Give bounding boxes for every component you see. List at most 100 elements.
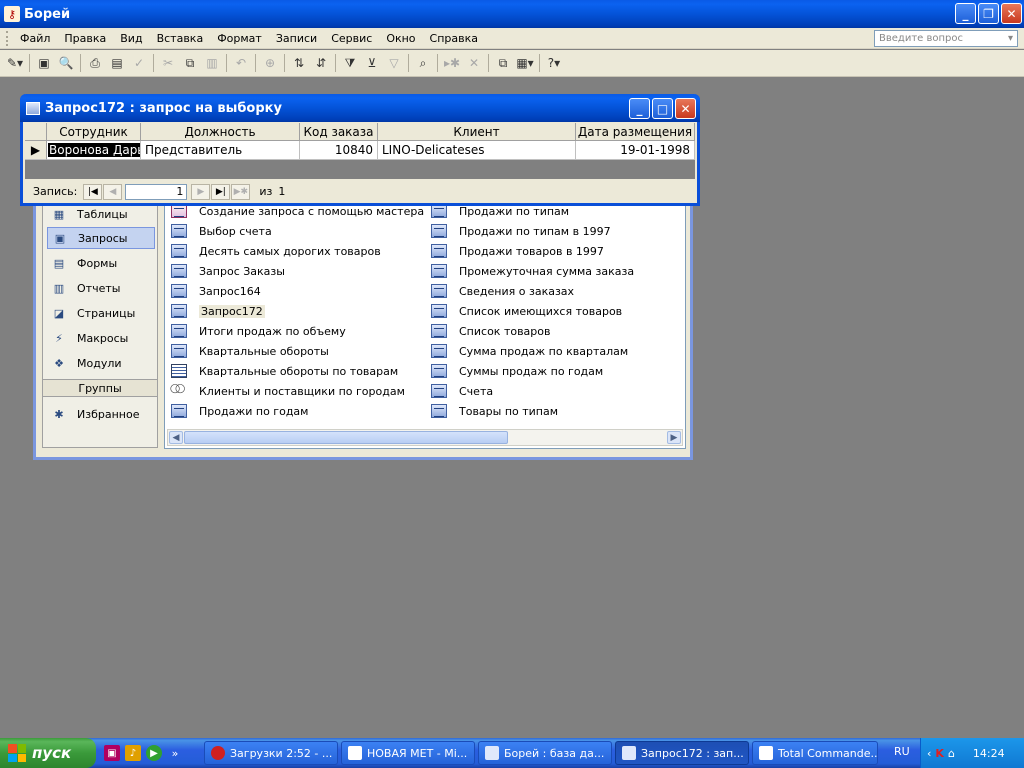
scroll-right-icon[interactable]: ▶ (667, 431, 681, 444)
scroll-left-icon[interactable]: ◀ (169, 431, 183, 444)
scroll-thumb[interactable] (184, 431, 508, 444)
print-preview-icon[interactable]: ▤ (106, 52, 128, 74)
list-item[interactable]: Запрос Заказы (171, 262, 285, 280)
filter-form-icon[interactable]: ⊻ (361, 52, 383, 74)
ask-question-input[interactable]: Введите вопрос ▾ (874, 30, 1018, 47)
list-item[interactable]: Промежуточная сумма заказа (431, 262, 634, 280)
cell-customer[interactable]: LINO-Delicateses (378, 141, 576, 160)
print-icon[interactable]: ⎙ (84, 52, 106, 74)
kaspersky-icon[interactable]: K (935, 747, 944, 760)
column-header-order-date[interactable]: Дата размещения (576, 123, 695, 141)
query-minimize-button[interactable]: _ (629, 98, 650, 119)
cut-icon[interactable]: ✂ (157, 52, 179, 74)
first-record-icon[interactable]: |◀ (83, 183, 103, 200)
record-selector-icon[interactable]: ▶ (25, 141, 47, 160)
close-button[interactable]: ✕ (1001, 3, 1022, 24)
paste-icon[interactable]: ▥ (201, 52, 223, 74)
select-all-corner[interactable] (25, 123, 47, 141)
start-button[interactable]: пуск (0, 738, 96, 768)
cell-position[interactable]: Представитель (141, 141, 300, 160)
objects-tables[interactable]: ▦ Таблицы (47, 203, 155, 225)
menu-records[interactable]: Записи (269, 30, 324, 47)
delete-record-icon[interactable]: ✕ (463, 52, 485, 74)
list-item[interactable]: Список имеющихся товаров (431, 302, 622, 320)
objects-pages[interactable]: ◪ Страницы (47, 302, 155, 324)
app-title-bar[interactable]: ⚷ Борей _ ❐ ✕ (0, 0, 1024, 28)
groups-header[interactable]: Группы (43, 379, 157, 397)
menu-view[interactable]: Вид (113, 30, 149, 47)
list-item[interactable]: Товары по типам (431, 402, 558, 420)
list-item[interactable]: Продажи по типам в 1997 (431, 222, 611, 240)
query-close-button[interactable]: ✕ (675, 98, 696, 119)
copy-icon[interactable]: ⧉ (179, 52, 201, 74)
task-word[interactable]: НОВАЯ МЕТ - Mi... (341, 741, 475, 765)
tray-expand-icon[interactable]: ‹ (927, 747, 931, 760)
restore-button[interactable]: ❐ (978, 3, 999, 24)
new-record-icon[interactable]: ▸✱ (441, 52, 463, 74)
network-icon[interactable]: ⌂ (948, 747, 955, 760)
list-item[interactable]: Список товаров (431, 322, 551, 340)
task-database[interactable]: Борей : база да... (478, 741, 612, 765)
quicklaunch-player-icon[interactable]: ▶ (146, 745, 162, 761)
menu-insert[interactable]: Вставка (150, 30, 211, 47)
cell-employee[interactable]: Воронова Дарья (47, 141, 141, 160)
search-file-icon[interactable]: 🔍 (55, 52, 77, 74)
quicklaunch-app-icon[interactable]: ▣ (104, 745, 120, 761)
quicklaunch-more-icon[interactable]: » (167, 745, 183, 761)
horizontal-scrollbar[interactable]: ◀ ▶ (167, 429, 683, 446)
list-item[interactable]: Десять самых дорогих товаров (171, 242, 381, 260)
menu-help[interactable]: Справка (423, 30, 485, 47)
menu-file[interactable]: Файл (13, 30, 57, 47)
apply-filter-icon[interactable]: ▽ (383, 52, 405, 74)
list-item[interactable]: Выбор счета (171, 222, 272, 240)
quicklaunch-media-icon[interactable]: ♪ (125, 745, 141, 761)
list-item[interactable]: Сумма продаж по кварталам (431, 342, 628, 360)
current-record-input[interactable]: 1 (125, 183, 188, 200)
task-total-commander[interactable]: Total Commande... (752, 741, 878, 765)
menu-tools[interactable]: Сервис (324, 30, 379, 47)
list-item[interactable]: Продажи товаров в 1997 (431, 242, 604, 260)
objects-forms[interactable]: ▤ Формы (47, 252, 155, 274)
clock[interactable]: 14:24 (973, 747, 1005, 760)
next-record-icon[interactable]: ▶ (191, 183, 211, 200)
new-record-nav-icon[interactable]: ▶✱ (231, 183, 251, 200)
list-item[interactable]: Клиенты и поставщики по городам (170, 382, 405, 400)
help-icon[interactable]: ?▾ (543, 52, 565, 74)
query-maximize-button[interactable]: □ (652, 98, 673, 119)
favorites-group[interactable]: ✱ Избранное (47, 403, 155, 425)
list-item[interactable]: Счета (431, 382, 493, 400)
column-header-position[interactable]: Должность (141, 123, 300, 141)
cell-order-id[interactable]: 10840 (300, 141, 378, 160)
cell-order-date[interactable]: 19-01-1998 (576, 141, 695, 160)
query-window-title-bar[interactable]: Запрос172 : запрос на выборку _ □ ✕ (20, 94, 700, 122)
filter-selection-icon[interactable]: ⧩ (339, 52, 361, 74)
list-item-selected[interactable]: Запрос172 (171, 302, 265, 320)
list-item[interactable]: Суммы продаж по годам (431, 362, 603, 380)
list-item[interactable]: Сведения о заказах (431, 282, 574, 300)
column-header-order-id[interactable]: Код заказа (300, 123, 378, 141)
database-window-icon[interactable]: ⧉ (492, 52, 514, 74)
menu-format[interactable]: Формат (210, 30, 269, 47)
undo-icon[interactable]: ↶ (230, 52, 252, 74)
menu-window[interactable]: Окно (379, 30, 422, 47)
objects-macros[interactable]: ⚡ Макросы (47, 327, 155, 349)
table-row[interactable]: ▶ Воронова Дарья Представитель 10840 LIN… (25, 141, 695, 160)
language-indicator[interactable]: RU (894, 745, 910, 758)
list-item[interactable]: Квартальные обороты (171, 342, 329, 360)
design-view-icon[interactable]: ✎▾ (4, 52, 26, 74)
last-record-icon[interactable]: ▶| (211, 183, 231, 200)
list-item[interactable]: Продажи по годам (171, 402, 308, 420)
save-icon[interactable]: ▣ (33, 52, 55, 74)
previous-record-icon[interactable]: ◀ (103, 183, 123, 200)
spelling-icon[interactable]: ✓ (128, 52, 150, 74)
list-item[interactable]: Квартальные обороты по товарам (171, 362, 398, 380)
chevron-down-icon[interactable]: ▾ (1008, 33, 1013, 44)
column-header-customer[interactable]: Клиент (378, 123, 576, 141)
task-query[interactable]: Запрос172 : зап... (615, 741, 749, 765)
column-header-employee[interactable]: Сотрудник (47, 123, 141, 141)
sort-descending-icon[interactable]: ⇵ (310, 52, 332, 74)
new-object-icon[interactable]: ▦▾ (514, 52, 536, 74)
objects-reports[interactable]: ▥ Отчеты (47, 277, 155, 299)
list-item[interactable]: Итоги продаж по объему (171, 322, 346, 340)
hyperlink-icon[interactable]: ⊕ (259, 52, 281, 74)
